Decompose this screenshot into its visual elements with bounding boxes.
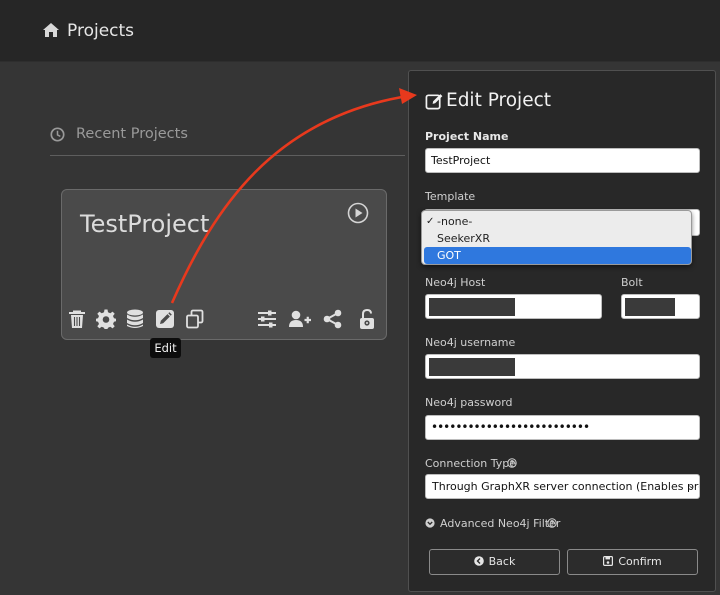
home-icon[interactable] [42, 22, 60, 38]
template-dropdown[interactable]: -none- ✓ SeekerXR GOT [421, 210, 692, 265]
clock-icon [50, 127, 65, 142]
user-plus-icon[interactable] [288, 308, 312, 330]
unlock-icon[interactable] [356, 308, 378, 330]
chevron-down-circle-icon[interactable] [425, 518, 435, 528]
connection-type-value: Through GraphXR server connection (Enabl… [432, 480, 699, 493]
project-card-title: TestProject [80, 210, 210, 238]
save-icon [603, 556, 614, 567]
confirm-label: Confirm [618, 555, 662, 568]
divider [50, 155, 405, 156]
page-title: Projects [67, 21, 135, 41]
neo4j-host-field[interactable] [425, 294, 602, 319]
back-arrow-icon [473, 556, 484, 566]
chevron-down-icon: ⌄ [687, 481, 695, 491]
advanced-filter-toggle[interactable]: Advanced Neo4j Filter [440, 517, 560, 530]
check-icon: ✓ [426, 216, 435, 227]
edit-tooltip: Edit [150, 338, 181, 358]
template-option-none[interactable]: -none- [424, 213, 691, 230]
project-card[interactable]: TestProject [61, 189, 387, 340]
neo4j-username-field[interactable] [425, 354, 700, 379]
recent-projects-label: Recent Projects [76, 126, 188, 142]
template-label: Template [425, 190, 476, 203]
share-icon[interactable] [322, 308, 344, 330]
gear-icon[interactable] [95, 308, 117, 330]
project-name-label: Project Name [425, 130, 509, 143]
back-label: Back [488, 555, 516, 568]
template-option-seekerxr[interactable]: SeekerXR [424, 230, 691, 247]
redacted-value [429, 298, 515, 316]
connection-type-select[interactable]: Through GraphXR server connection (Enabl… [425, 474, 700, 499]
bolt-label: Bolt [621, 276, 643, 289]
confirm-button[interactable]: Confirm [567, 549, 698, 575]
edit-icon[interactable] [154, 308, 176, 330]
neo4j-password-field[interactable]: •••••••••••••••••••••••••• [425, 415, 700, 440]
neo4j-host-label: Neo4j Host [425, 276, 486, 289]
help-icon[interactable] [507, 458, 517, 468]
panel-title: Edit Project [446, 90, 552, 111]
project-name-field[interactable]: TestProject [425, 148, 700, 173]
redacted-value [625, 298, 675, 316]
database-icon[interactable] [124, 308, 146, 330]
connection-type-label: Connection Type [425, 457, 517, 470]
clone-icon[interactable] [184, 308, 206, 330]
redacted-value [429, 358, 515, 376]
neo4j-password-label: Neo4j password [425, 396, 513, 409]
neo4j-username-label: Neo4j username [425, 336, 516, 349]
back-button[interactable]: Back [429, 549, 560, 575]
edit-square-icon [425, 94, 443, 110]
sliders-icon[interactable] [256, 308, 278, 330]
bolt-port-field[interactable] [621, 294, 700, 319]
help-icon[interactable] [547, 518, 557, 528]
edit-project-panel: Edit Project Project Name TestProject Te… [408, 70, 716, 592]
template-option-got[interactable]: GOT [424, 247, 691, 264]
trash-icon[interactable] [66, 308, 88, 330]
play-icon[interactable] [347, 202, 369, 224]
top-bar: Projects [0, 0, 720, 62]
